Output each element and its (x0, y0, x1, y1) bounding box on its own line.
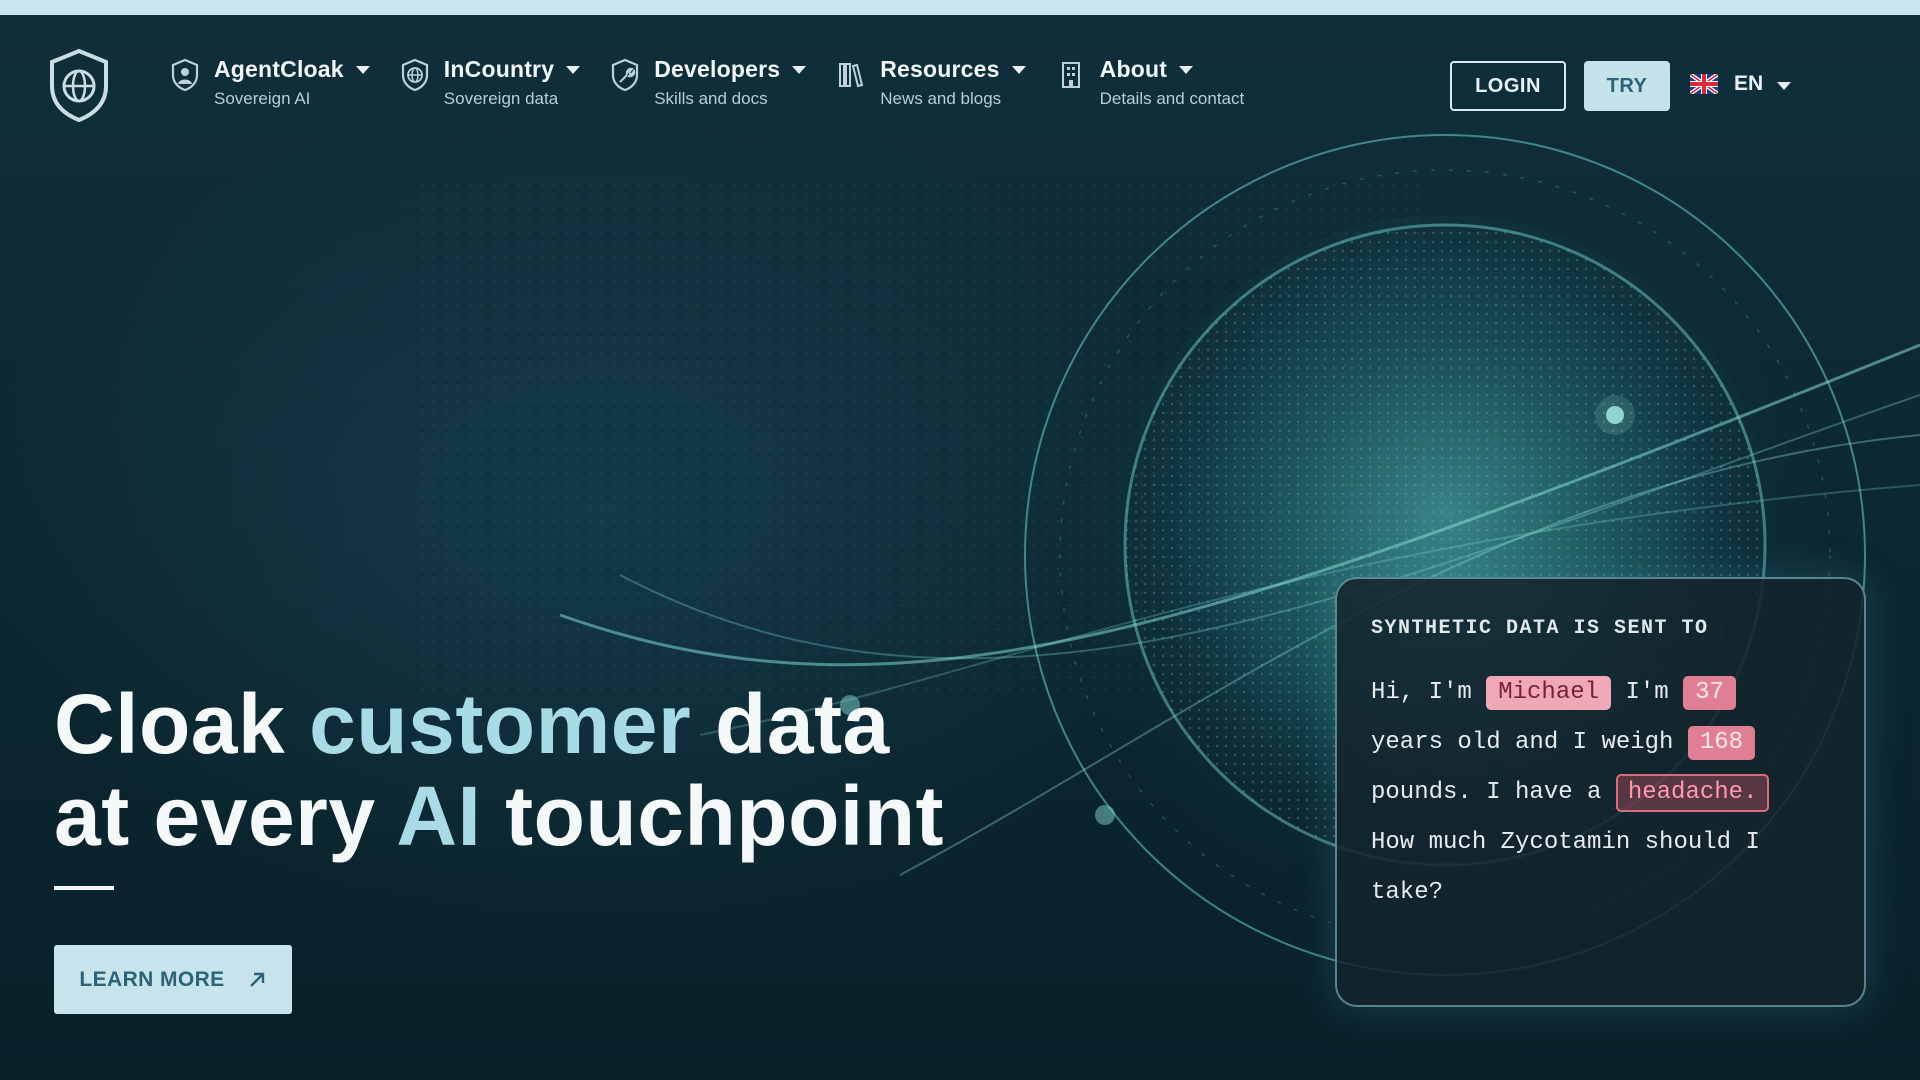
learn-more-button[interactable]: LEARN MORE (54, 945, 292, 1014)
chevron-down-icon (1777, 82, 1792, 90)
books-icon (839, 63, 864, 88)
hero-text: touchpoint (481, 769, 945, 863)
hero-text: Cloak (54, 677, 310, 771)
pii-tag-name: Michael (1486, 676, 1612, 710)
globe-shield-icon (401, 58, 428, 92)
hero-accent-text: customer (309, 677, 692, 771)
pii-tag-symptom: headache. (1615, 774, 1770, 812)
nav-title: Resources (880, 56, 1026, 83)
nav-subtitle: News and blogs (880, 89, 1002, 108)
hero-text: data (691, 677, 890, 771)
building-icon (1061, 62, 1080, 88)
nav-item-resources[interactable]: Resources News and blogs (836, 56, 1026, 109)
card-message: Hi, I'm Michael I'm 37 years old and I w… (1371, 668, 1830, 918)
uk-flag-icon (1690, 74, 1718, 94)
language-code: EN (1734, 72, 1764, 95)
message-text: How much Zycotamin should I take? (1371, 829, 1760, 906)
nav-item-incountry[interactable]: InCountry Sovereign data (400, 56, 581, 109)
nav-item-developers[interactable]: Developers Skills and docs (610, 56, 807, 109)
nav-title: InCountry (444, 56, 581, 83)
language-selector[interactable]: EN (1690, 72, 1792, 96)
nav-subtitle: Sovereign data (443, 89, 559, 108)
chevron-down-icon (1179, 65, 1194, 74)
nav-title: AgentCloak (214, 56, 370, 83)
synthetic-data-card: SYNTHETIC DATA IS SENT TO Hi, I'm Michae… (1335, 577, 1866, 1007)
message-text: pounds. I have a (1371, 779, 1616, 806)
chevron-down-icon (1011, 65, 1026, 74)
nav-item-agentcloak[interactable]: AgentCloak Sovereign AI (170, 56, 370, 109)
card-heading: SYNTHETIC DATA IS SENT TO (1371, 617, 1709, 640)
nav-subtitle: Skills and docs (654, 89, 768, 108)
message-text: years old and I weigh (1371, 729, 1688, 756)
wrench-shield-icon (612, 58, 639, 92)
logo[interactable] (48, 48, 110, 123)
chevron-down-icon (355, 65, 370, 74)
hero-divider (54, 886, 114, 890)
hero-accent-text: AI (396, 769, 482, 863)
pii-tag-age: 37 (1683, 676, 1736, 710)
learn-more-label: LEARN MORE (79, 967, 225, 991)
agent-shield-icon (171, 58, 199, 92)
nav-title: Developers (654, 56, 807, 83)
main-nav: AgentCloak Sovereign AI InCountry Sovere… (170, 56, 1274, 109)
nav-item-about[interactable]: About Details and contact (1056, 56, 1245, 109)
hero-text: at every (54, 769, 397, 863)
message-text: I'm (1611, 679, 1684, 706)
chevron-down-icon (566, 65, 581, 74)
nav-subtitle: Details and contact (1099, 89, 1245, 108)
top-strip (0, 0, 1920, 15)
try-button[interactable]: TRY (1584, 61, 1670, 111)
pii-tag-weight: 168 (1687, 726, 1756, 760)
hero-headline: Cloak customer data at every AI touchpoi… (54, 678, 954, 862)
login-button[interactable]: LOGIN (1450, 61, 1566, 111)
nav-title: About (1100, 56, 1245, 83)
message-text: Hi, I'm (1371, 679, 1487, 706)
chevron-down-icon (792, 65, 807, 74)
arrow-up-right-icon (249, 972, 264, 987)
shield-globe-logo-icon (50, 48, 108, 123)
nav-subtitle: Sovereign AI (214, 89, 311, 108)
